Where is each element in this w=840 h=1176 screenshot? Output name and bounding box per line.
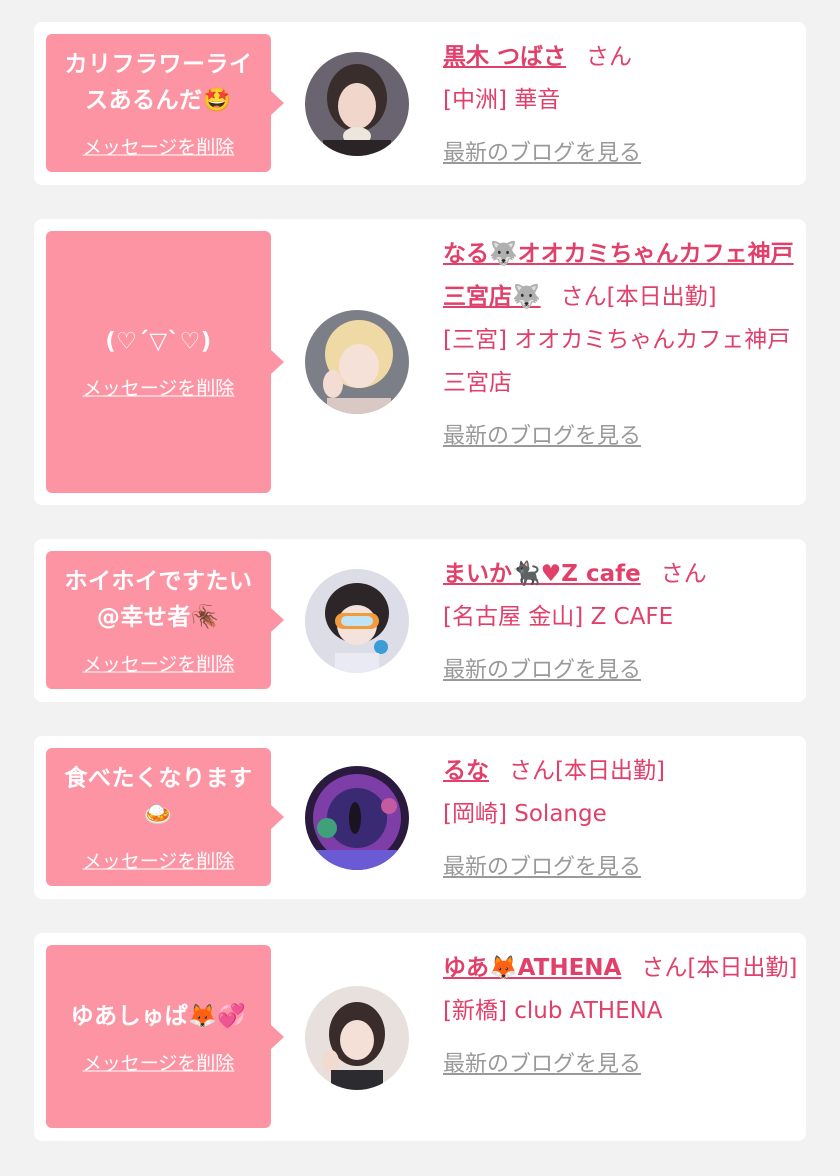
delete-message-link[interactable]: メッセージを削除 <box>83 847 235 874</box>
name-suffix: さん <box>660 561 707 587</box>
message-bubble: 食べたくなります🍛 メッセージを削除 <box>46 748 284 886</box>
user-name-link[interactable]: 黒木 つばさ <box>443 44 566 70</box>
message-text: カリフラワーライスあるんだ🤩 <box>64 51 253 114</box>
area-shop: [新橋] club ATHENA <box>443 998 663 1024</box>
user-info: まいか🐈‍⬛♥Z cafe さん [名古屋 金山] Z CAFE 最新のブログを見… <box>443 553 798 692</box>
list-item: ゆあしゅぱ🦊💞 メッセージを削除 ゆあ🦊ATHENA さん[本日出勤] [新橋] … <box>34 933 806 1141</box>
latest-blog-link[interactable]: 最新のブログを見る <box>443 132 641 175</box>
user-info: なる🐺オオカミちゃんカフェ神戸三宮店🐺 さん[本日出勤] [三宮] オオカミちゃん… <box>443 233 798 458</box>
area-shop: [岡崎] Solange <box>443 801 607 827</box>
name-suffix: さん[本日出勤] <box>560 284 717 310</box>
avatar[interactable] <box>305 569 409 673</box>
name-suffix: さん[本日出勤] <box>641 955 798 981</box>
area-shop: [三宮] オオカミちゃんカフェ神戸三宮店 <box>443 327 791 396</box>
user-info: るな さん[本日出勤] [岡崎] Solange 最新のブログを見る <box>443 750 798 889</box>
message-list: カリフラワーライスあるんだ🤩 メッセージを削除 黒木 つばさ さん [中洲] 華音… <box>0 0 840 1176</box>
list-item: カリフラワーライスあるんだ🤩 メッセージを削除 黒木 つばさ さん [中洲] 華音… <box>34 22 806 185</box>
avatar-photo <box>305 569 409 673</box>
latest-blog-link[interactable]: 最新のブログを見る <box>443 649 641 692</box>
message-text: ゆあしゅぱ🦊💞 <box>70 1003 247 1029</box>
user-name-link[interactable]: まいか🐈‍⬛♥Z cafe <box>443 561 641 587</box>
delete-message-link[interactable]: メッセージを削除 <box>83 650 235 677</box>
area-shop: [中洲] 華音 <box>443 87 561 113</box>
avatar[interactable] <box>305 986 409 1090</box>
avatar[interactable] <box>305 766 409 870</box>
user-name-link[interactable]: ゆあ🦊ATHENA <box>443 955 621 981</box>
avatar-photo <box>305 986 409 1090</box>
message-bubble: ホイホイですたい@幸せ者🪳 メッセージを削除 <box>46 551 284 689</box>
name-suffix: さん <box>586 44 633 70</box>
latest-blog-link[interactable]: 最新のブログを見る <box>443 846 641 889</box>
user-info: ゆあ🦊ATHENA さん[本日出勤] [新橋] club ATHENA 最新のブロ… <box>443 947 798 1086</box>
latest-blog-link[interactable]: 最新のブログを見る <box>443 415 641 458</box>
list-item: 食べたくなります🍛 メッセージを削除 るな さん[本日出勤] [岡崎] Solan… <box>34 736 806 899</box>
message-bubble: (♡´▽`♡) メッセージを削除 <box>46 231 284 493</box>
user-info: 黒木 つばさ さん [中洲] 華音 最新のブログを見る <box>443 36 798 175</box>
avatar[interactable] <box>305 310 409 414</box>
avatar[interactable] <box>305 52 409 156</box>
user-name-link[interactable]: るな <box>443 758 489 784</box>
delete-message-link[interactable]: メッセージを削除 <box>83 1048 235 1075</box>
list-item: ホイホイですたい@幸せ者🪳 メッセージを削除 まいか🐈‍⬛♥Z cafe さん [… <box>34 539 806 702</box>
message-text: 食べたくなります🍛 <box>64 765 253 828</box>
message-bubble: カリフラワーライスあるんだ🤩 メッセージを削除 <box>46 34 284 172</box>
avatar-photo <box>305 766 409 870</box>
delete-message-link[interactable]: メッセージを削除 <box>83 133 235 160</box>
name-suffix: さん[本日出勤] <box>509 758 665 784</box>
message-text: ホイホイですたい@幸せ者🪳 <box>64 568 253 631</box>
message-bubble: ゆあしゅぱ🦊💞 メッセージを削除 <box>46 945 284 1128</box>
delete-message-link[interactable]: メッセージを削除 <box>83 374 235 401</box>
avatar-photo <box>305 310 409 414</box>
list-item: (♡´▽`♡) メッセージを削除 なる🐺オオカミちゃんカフェ神戸三宮店🐺 さん[本… <box>34 219 806 505</box>
message-text: (♡´▽`♡) <box>105 328 212 355</box>
area-shop: [名古屋 金山] Z CAFE <box>443 604 674 630</box>
avatar-photo <box>305 52 409 156</box>
latest-blog-link[interactable]: 最新のブログを見る <box>443 1043 641 1086</box>
